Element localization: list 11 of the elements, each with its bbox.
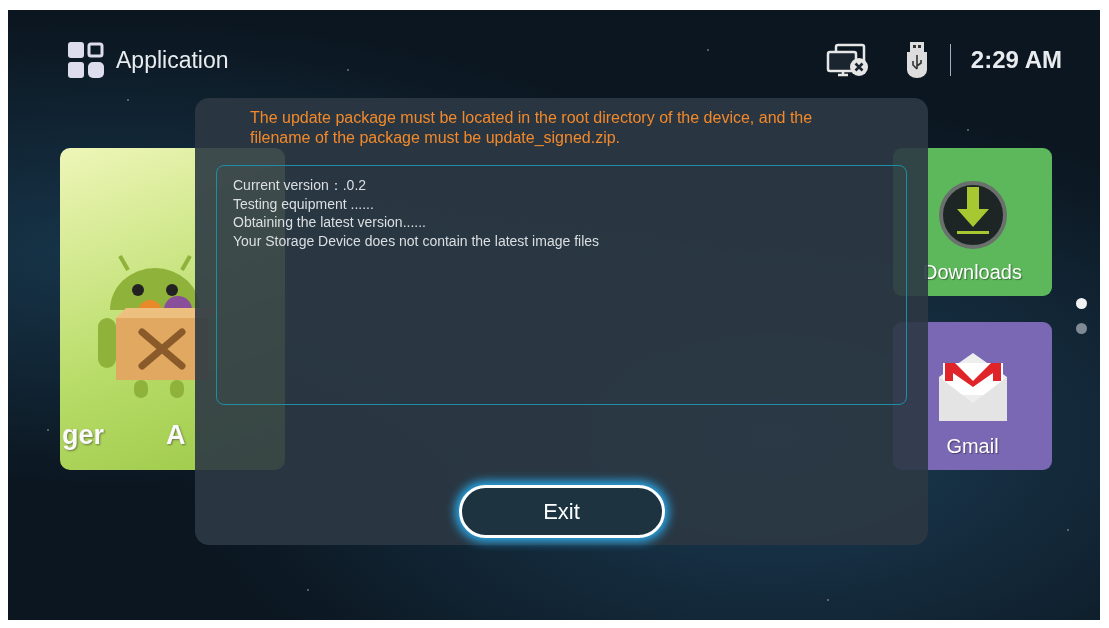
tile-label: A: [166, 419, 186, 451]
tile-label: Gmail: [946, 435, 999, 458]
clock-time: 2:29 AM: [970, 46, 1062, 74]
network-disconnected-icon: [825, 43, 870, 77]
tile-label: ger: [62, 419, 105, 451]
screen-title: Application: [116, 46, 230, 74]
apps-grid-icon[interactable]: [68, 42, 104, 78]
mail-envelope-icon: [936, 351, 1009, 423]
exit-button[interactable]: Exit: [458, 485, 665, 538]
update-instructions: The update package must be located in the root directory of the device, and the filename of the package must be update_signed.zip.: [249, 108, 814, 148]
usb-drive-icon: [905, 42, 928, 78]
